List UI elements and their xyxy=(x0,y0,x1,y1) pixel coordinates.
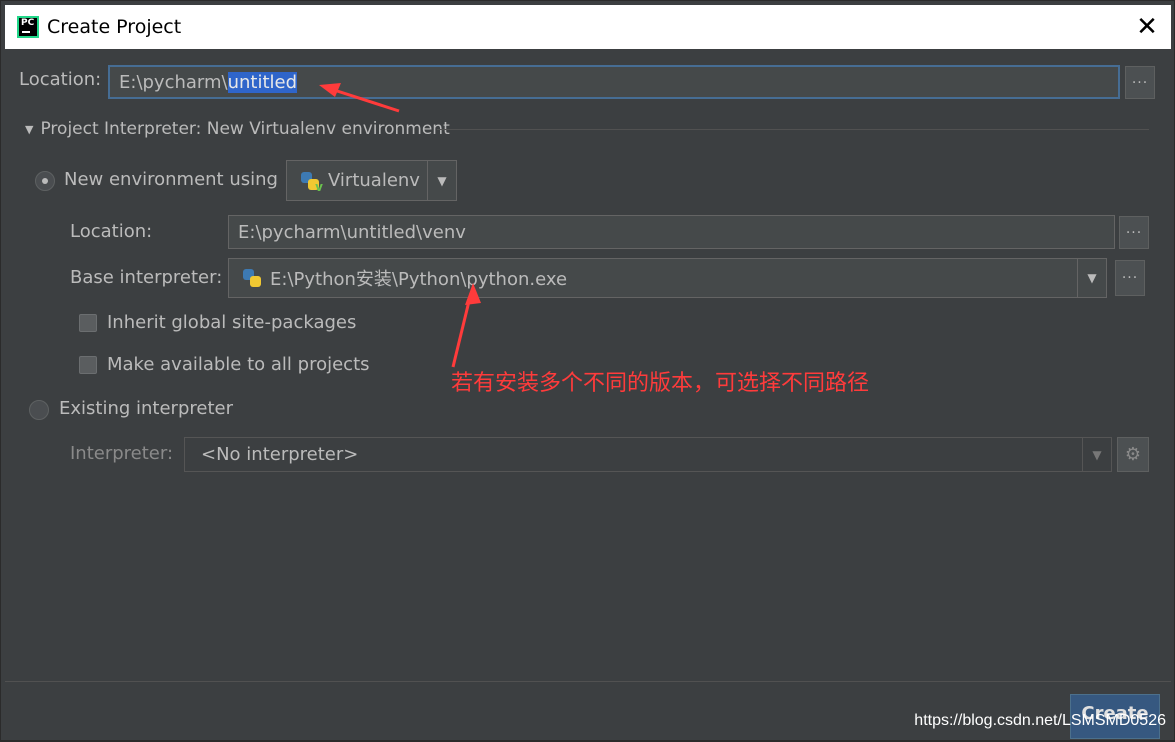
project-location-label: Location: xyxy=(19,69,102,90)
pycharm-icon: PC xyxy=(17,16,39,38)
python-icon xyxy=(242,268,262,288)
python-icon: v xyxy=(300,171,323,194)
interpreter-section-toggle[interactable]: ▼ Project Interpreter: New Virtualenv en… xyxy=(25,119,450,139)
inherit-packages-checkbox[interactable] xyxy=(79,314,97,332)
title-bar: PC Create Project ✕ xyxy=(5,5,1171,49)
venv-location-label: Location: xyxy=(70,221,153,242)
venv-location-browse-button[interactable]: ··· xyxy=(1119,216,1149,249)
existing-interpreter-label: Existing interpreter xyxy=(59,398,233,419)
project-location-browse-button[interactable]: ··· xyxy=(1125,66,1155,99)
watermark: https://blog.csdn.net/LSMSMD0526 xyxy=(914,712,1166,729)
make-available-label: Make available to all projects xyxy=(107,354,370,375)
location-prefix: E:\pycharm\ xyxy=(119,71,228,93)
inherit-packages-label: Inherit global site-packages xyxy=(107,312,357,333)
close-icon[interactable]: ✕ xyxy=(1131,11,1163,43)
dialog-content: Location: E:\pycharm\ untitled ··· ▼ Proj… xyxy=(5,49,1171,739)
interpreter-select[interactable]: <No interpreter> ▼ xyxy=(184,437,1112,472)
footer-divider xyxy=(5,681,1171,682)
existing-interpreter-radio[interactable] xyxy=(29,400,49,420)
gear-icon[interactable]: ⚙ xyxy=(1117,437,1149,472)
dialog-title: Create Project xyxy=(47,16,182,38)
environment-tool-value: Virtualenv xyxy=(328,170,420,191)
base-interpreter-label: Base interpreter: xyxy=(70,267,223,288)
expand-triangle-icon: ▼ xyxy=(25,122,34,136)
section-divider xyxy=(437,129,1149,130)
chevron-down-icon[interactable]: ▼ xyxy=(1077,259,1106,297)
annotation-note: 若有安装多个不同的版本，可选择不同路径 xyxy=(451,371,870,396)
base-interpreter-value: E:\Python安装\Python\python.exe xyxy=(270,269,568,290)
make-available-checkbox[interactable] xyxy=(79,356,97,374)
create-project-dialog: PC Create Project ✕ Location: E:\pycharm… xyxy=(0,0,1175,741)
interpreter-value: <No interpreter> xyxy=(201,444,359,465)
chevron-down-icon[interactable]: ▼ xyxy=(1082,438,1111,471)
interpreter-label: Interpreter: xyxy=(70,443,174,464)
base-interpreter-browse-button[interactable]: ··· xyxy=(1115,260,1145,296)
interpreter-section-title: Project Interpreter: New Virtualenv envi… xyxy=(40,119,450,139)
location-selected-text: untitled xyxy=(227,71,298,93)
base-interpreter-select[interactable]: E:\Python安装\Python\python.exe ▼ xyxy=(228,258,1107,298)
environment-tool-select[interactable]: v Virtualenv ▼ xyxy=(286,160,457,201)
new-environment-label: New environment using xyxy=(64,169,278,190)
new-environment-radio[interactable] xyxy=(35,171,55,191)
venv-location-input[interactable]: E:\pycharm\untitled\venv xyxy=(228,215,1115,249)
chevron-down-icon[interactable]: ▼ xyxy=(427,161,456,200)
project-location-input[interactable]: E:\pycharm\ untitled xyxy=(108,65,1120,99)
